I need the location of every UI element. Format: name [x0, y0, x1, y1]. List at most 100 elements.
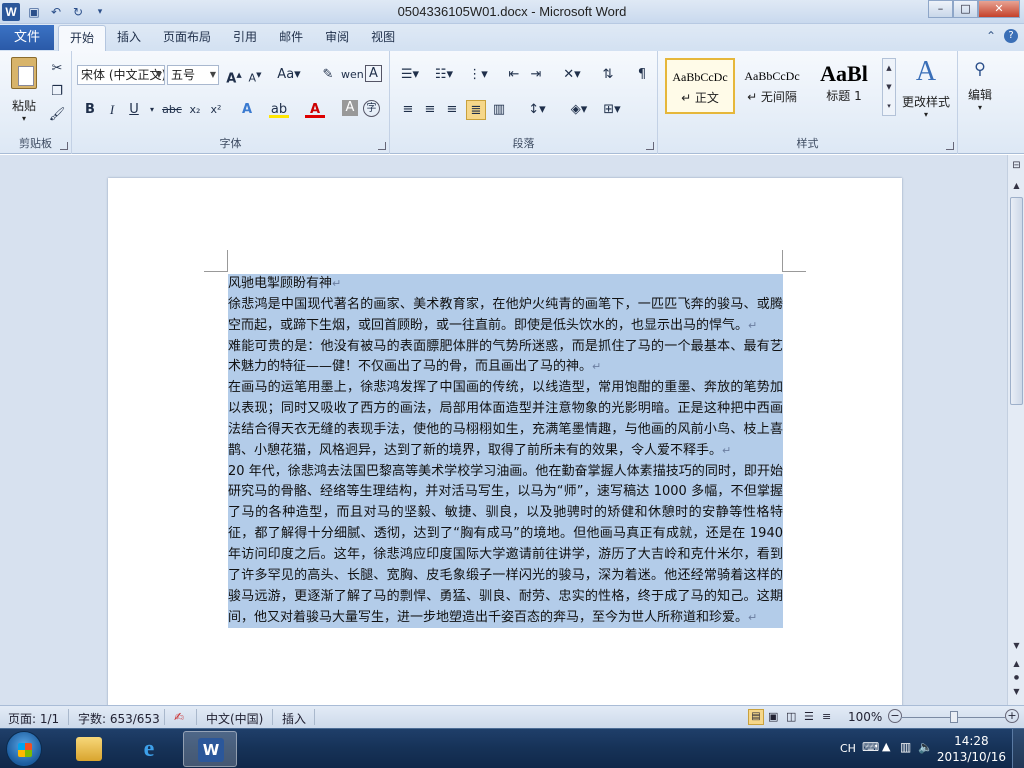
maximize-button[interactable]: □ — [953, 0, 978, 18]
zoom-in-icon[interactable]: + — [1005, 709, 1019, 723]
phonetic-guide-icon[interactable]: wen — [341, 65, 364, 85]
italic-icon[interactable]: I — [102, 100, 122, 120]
word-app-icon[interactable]: W — [2, 3, 20, 21]
document-page[interactable]: 风驰电掣顾盼有神↵ 徐悲鸿是中国现代著名的画家、美术教育家，在他炉火纯青的画笔下，… — [108, 178, 902, 705]
subscript-icon[interactable]: x₂ — [185, 100, 205, 120]
document-paragraph[interactable]: 徐悲鸿是中国现代著名的画家、美术教育家，在他炉火纯青的画笔下，一匹匹飞奔的骏马、… — [228, 294, 783, 337]
language[interactable]: 中文(中国) — [206, 710, 263, 727]
paste-button[interactable]: 粘贴 ▾ — [6, 55, 42, 125]
show-formatting-marks-icon[interactable]: ¶ — [632, 65, 652, 85]
start-button[interactable] — [6, 731, 42, 767]
underline-icon[interactable]: U — [124, 100, 144, 120]
taskbar-ie[interactable]: e — [122, 731, 176, 767]
enclose-characters-icon[interactable]: 字 — [363, 100, 380, 117]
styles-launcher[interactable] — [946, 142, 954, 150]
volume-icon[interactable]: 🔈 — [918, 740, 933, 754]
help-icon[interactable]: ? — [1004, 29, 1018, 43]
superscript-icon[interactable]: x² — [206, 100, 226, 120]
document-paragraph[interactable]: 20 年代，徐悲鸿去法国巴黎高等美术学校学习油画。他在勤奋掌握人体素描技巧的同时… — [228, 461, 783, 629]
numbering-icon[interactable]: ☷▾ — [430, 65, 458, 85]
tab-3[interactable]: 引用 — [222, 25, 268, 51]
tab-5[interactable]: 审阅 — [314, 25, 360, 51]
change-case-icon[interactable]: Aa▾ — [275, 65, 303, 85]
font-launcher[interactable] — [378, 142, 386, 150]
style-heading-1[interactable]: AaBl 标题 1 — [809, 58, 879, 114]
align-left-icon[interactable]: ≡ — [398, 100, 418, 120]
full-screen-reading-icon[interactable]: ▣ — [768, 710, 778, 723]
shrink-font-icon[interactable]: A▼ — [245, 65, 265, 85]
font-name-combo[interactable]: 宋体 (中文正文) ▼ — [77, 65, 165, 85]
customize-qat-icon[interactable]: ▾ — [92, 4, 108, 20]
word-count[interactable]: 字数: 653/653 — [78, 710, 160, 727]
draft-icon[interactable]: ≡ — [822, 710, 831, 723]
paragraph-launcher[interactable] — [646, 142, 654, 150]
tab-0[interactable]: 开始 — [58, 25, 107, 51]
tab-2[interactable]: 页面布局 — [152, 25, 222, 51]
minimize-button[interactable]: – — [928, 0, 953, 18]
decrease-indent-icon[interactable]: ⇤ — [504, 65, 524, 85]
grow-font-icon[interactable]: A▲ — [224, 65, 244, 86]
tab-6[interactable]: 视图 — [360, 25, 406, 51]
close-button[interactable]: ✕ — [978, 0, 1020, 18]
ime-indicator[interactable]: CH — [840, 742, 856, 755]
show-hidden-icons[interactable]: ▲ — [882, 740, 890, 753]
line-spacing-icon[interactable]: ↕▾ — [523, 100, 551, 120]
editing-button[interactable]: ⚲ 编辑 ▾ — [962, 59, 998, 112]
taskbar-word[interactable]: W — [183, 731, 237, 767]
minimize-ribbon-icon[interactable]: ⌃ — [986, 29, 996, 43]
document-paragraph[interactable]: 难能可贵的是：他没有被马的表面膘肥体胖的气势所迷惑，而是抓住了马的一个最基本、最… — [228, 336, 783, 379]
cut-icon[interactable]: ✂ — [47, 59, 67, 79]
chinese-layout-icon[interactable]: ✕▾ — [558, 65, 586, 85]
page-count[interactable]: 页面: 1/1 — [8, 710, 59, 727]
distributed-icon[interactable]: ▥ — [489, 100, 509, 120]
zoom-level[interactable]: 100% — [848, 710, 882, 724]
scroll-up-button[interactable]: ▲ — [1009, 177, 1024, 194]
align-right-icon[interactable]: ≡ — [442, 100, 462, 120]
increase-indent-icon[interactable]: ⇥ — [526, 65, 546, 85]
keyboard-icon[interactable]: ⌨ — [862, 740, 879, 754]
tab-1[interactable]: 插入 — [106, 25, 152, 51]
styles-gallery-scroll[interactable]: ▲ ▼ ▾ — [882, 58, 896, 116]
web-layout-icon[interactable]: ◫ — [786, 710, 796, 723]
undo-icon[interactable]: ↶ — [48, 4, 64, 20]
justify-icon[interactable]: ≣ — [466, 100, 486, 120]
underline-dropdown-icon[interactable]: ▾ — [142, 100, 162, 120]
borders-icon[interactable]: ⊞▾ — [598, 100, 626, 120]
print-layout-icon[interactable]: ▤ — [748, 709, 764, 725]
clipboard-launcher[interactable] — [60, 142, 68, 150]
insert-mode[interactable]: 插入 — [282, 710, 306, 727]
character-border-icon[interactable]: A — [365, 65, 382, 82]
scroll-thumb[interactable] — [1010, 197, 1023, 405]
bold-icon[interactable]: B — [80, 100, 100, 120]
character-shading-icon[interactable]: A — [342, 100, 358, 116]
copy-icon[interactable]: ❐ — [47, 82, 67, 102]
redo-icon[interactable]: ↻ — [70, 4, 86, 20]
format-painter-icon[interactable]: 🖌 — [47, 105, 67, 125]
style-no-spacing[interactable]: AaBbCcDc ↵ 无间隔 — [737, 58, 807, 114]
taskbar-explorer[interactable] — [62, 731, 116, 767]
zoom-out-icon[interactable]: − — [888, 709, 902, 723]
change-styles-button[interactable]: A 更改样式 ▾ — [898, 57, 954, 120]
network-icon[interactable]: ▥ — [900, 740, 911, 754]
font-size-combo[interactable]: 五号 ▼ — [167, 65, 219, 85]
zoom-slider-thumb[interactable] — [950, 711, 958, 723]
clear-formatting-icon[interactable]: ✎ — [318, 65, 338, 85]
style-normal[interactable]: AaBbCcDc ↵ 正文 — [665, 58, 735, 114]
proofing-icon[interactable]: ✍ — [174, 710, 184, 724]
tab-file[interactable]: 文件 — [0, 25, 54, 50]
scroll-down-button[interactable]: ▼ — [1009, 637, 1024, 654]
strikethrough-icon[interactable]: abc — [160, 100, 184, 120]
bullets-icon[interactable]: ☰▾ — [396, 65, 424, 85]
tab-4[interactable]: 邮件 — [268, 25, 314, 51]
text-effects-icon[interactable]: A — [237, 100, 257, 120]
clock[interactable]: 14:28 2013/10/16 — [937, 733, 1006, 765]
next-page-button[interactable]: ▼ — [1009, 683, 1024, 700]
document-heading[interactable]: 风驰电掣顾盼有神↵ — [228, 274, 783, 295]
align-center-icon[interactable]: ≡ — [420, 100, 440, 120]
multilevel-list-icon[interactable]: ⋮▾ — [464, 65, 492, 85]
highlight-icon[interactable]: ab — [269, 100, 289, 118]
shading-icon[interactable]: ◈▾ — [565, 100, 593, 120]
ruler-toggle-icon[interactable]: ⊟ — [1009, 157, 1024, 174]
vertical-scrollbar[interactable]: ⊟ ▲ ▼ ▲ ● ▼ — [1007, 155, 1024, 705]
document-paragraph[interactable]: 在画马的运笔用墨上，徐悲鸿发挥了中国画的传统，以线造型，常用饱酣的重墨、奔放的笔… — [228, 378, 783, 462]
